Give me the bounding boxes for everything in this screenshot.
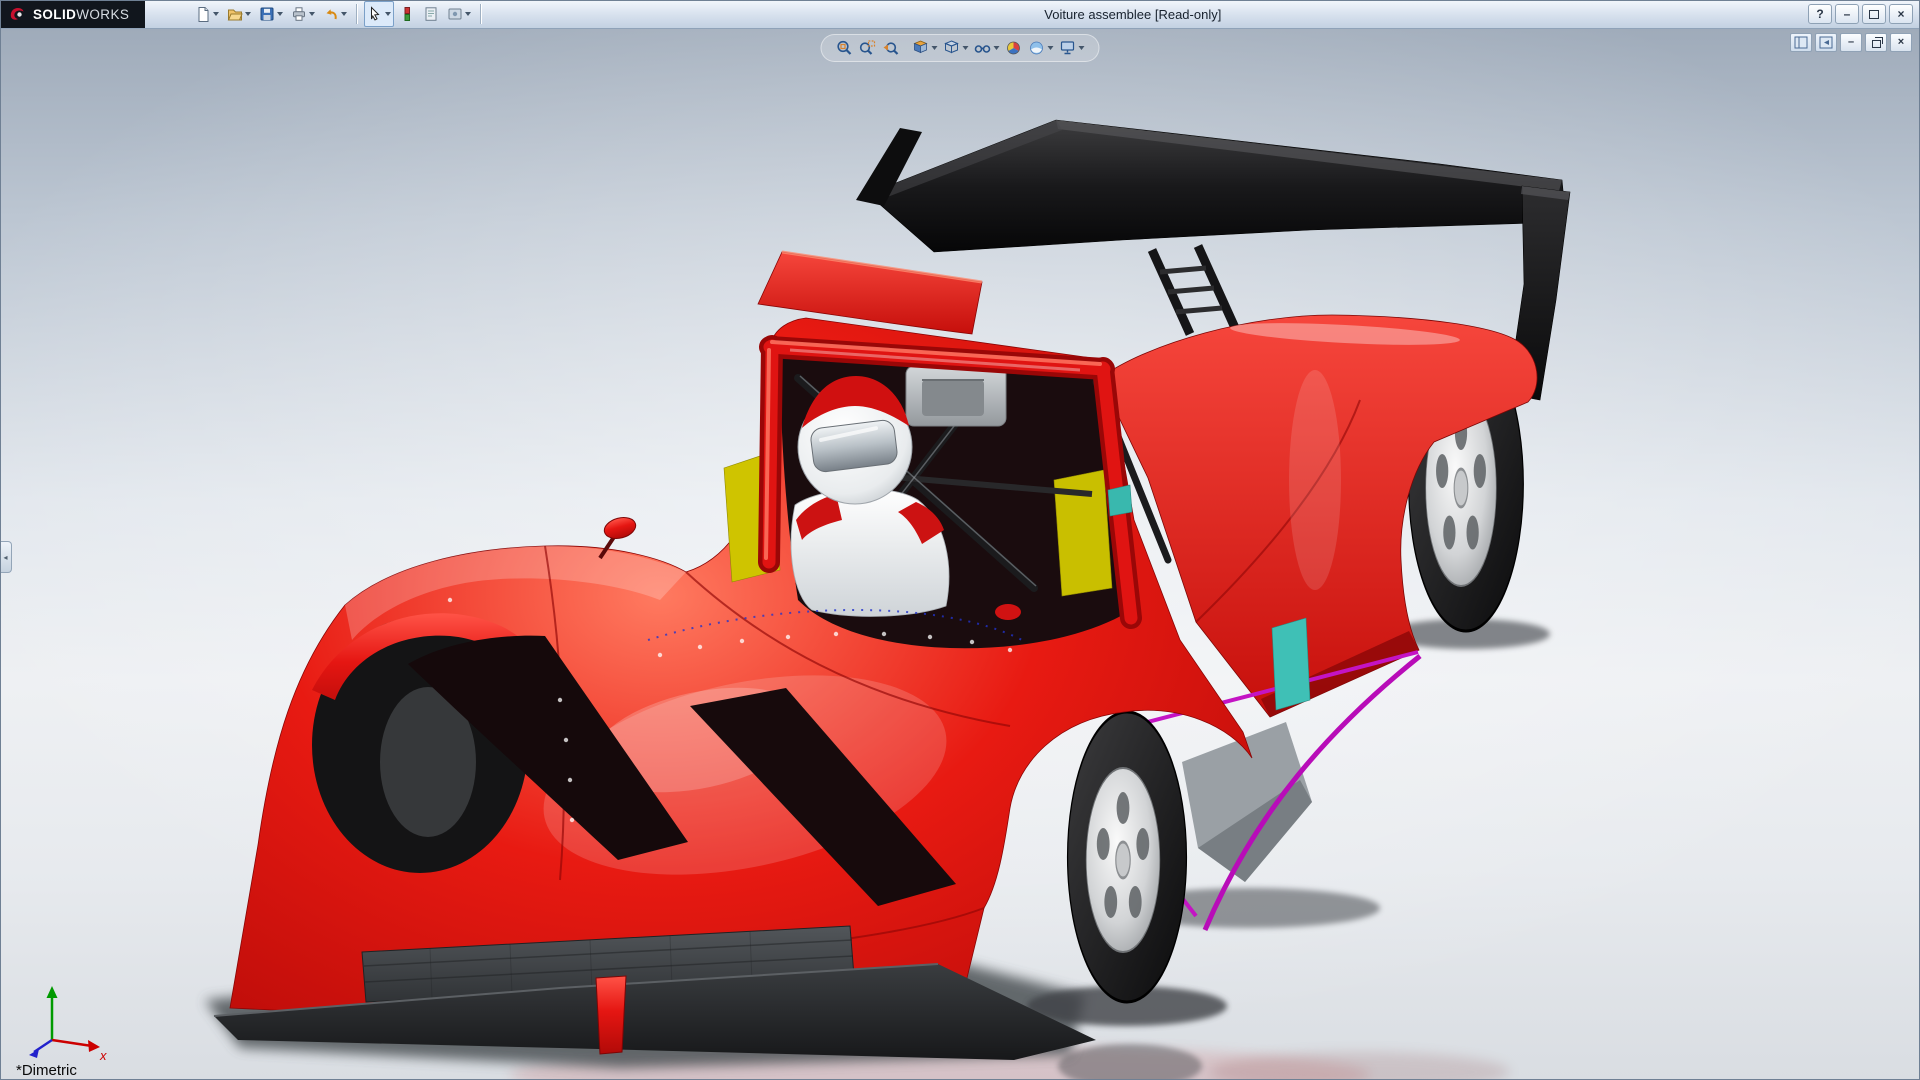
open-folder-icon (227, 6, 243, 22)
view-orientation-button[interactable] (910, 37, 940, 59)
restore-document-button[interactable] (1865, 33, 1887, 52)
dropdown-caret[interactable] (245, 12, 251, 16)
document-properties-icon (423, 6, 439, 22)
panel-collapse-tab[interactable]: ◂ (0, 541, 12, 573)
close-document-button[interactable]: × (1890, 33, 1912, 52)
document-window-controls: – × (1790, 33, 1912, 52)
dropdown-caret[interactable] (385, 12, 391, 16)
headsup-view-toolbar (821, 34, 1100, 62)
solidworks-logo: SOLIDWORKS (0, 0, 145, 28)
pane-toggle-icon (1794, 36, 1808, 49)
solidworks-swirl-icon (8, 5, 26, 23)
airbox (906, 366, 1006, 426)
brand-text: SOLIDWORKS (33, 7, 129, 22)
zoom-to-fit-icon (836, 39, 854, 57)
maximize-icon (1869, 10, 1879, 19)
toolbar-separator (480, 4, 482, 24)
main-toolbar (191, 1, 487, 27)
maximize-button[interactable] (1862, 4, 1886, 24)
dropdown-caret[interactable] (213, 12, 219, 16)
undo-arrow-icon (323, 6, 339, 22)
dropdown-caret[interactable] (994, 46, 1000, 50)
zoom-to-fit-button[interactable] (834, 37, 856, 59)
dropdown-caret[interactable] (465, 12, 471, 16)
dropdown-caret[interactable] (1079, 46, 1085, 50)
window-controls: ? – × (1808, 4, 1920, 24)
window-title: Voiture assemblee [Read-only] (1044, 0, 1221, 28)
dropdown-caret[interactable] (932, 46, 938, 50)
titlebar: SOLIDWORKS (0, 0, 1920, 29)
close-button[interactable]: × (1889, 4, 1913, 24)
previous-view-icon (882, 39, 900, 57)
print-button[interactable] (288, 1, 318, 27)
restore-icon (1872, 40, 1881, 48)
save-floppy-icon (259, 6, 275, 22)
previous-view-button[interactable] (880, 37, 902, 59)
undo-button[interactable] (320, 1, 350, 27)
minimize-button[interactable]: – (1835, 4, 1859, 24)
dropdown-caret[interactable] (963, 46, 969, 50)
appearance-swatch-icon (399, 6, 415, 22)
pane-arrow-icon (1819, 36, 1833, 49)
graphics-area[interactable]: x (0, 29, 1920, 1080)
featuremanager-pane-toggle-button[interactable] (1790, 33, 1812, 52)
select-cursor-icon (367, 6, 383, 22)
edit-appearance-sphere-icon (1005, 39, 1023, 57)
save-button[interactable] (256, 1, 286, 27)
options-button[interactable] (444, 1, 474, 27)
display-pane-toggle-button[interactable] (1815, 33, 1837, 52)
view-settings-button[interactable] (1057, 37, 1087, 59)
select-cursor-button[interactable] (364, 1, 394, 27)
toolbar-separator (356, 4, 358, 24)
display-style-button[interactable] (941, 37, 971, 59)
display-style-cube-icon (943, 39, 961, 57)
document-properties-button[interactable] (420, 1, 442, 27)
zoom-to-area-button[interactable] (857, 37, 879, 59)
dropdown-caret[interactable] (1048, 46, 1054, 50)
open-document-button[interactable] (224, 1, 254, 27)
graphics-viewport[interactable]: x (0, 29, 1920, 1080)
minimize-document-button[interactable]: – (1840, 33, 1862, 52)
zoom-to-area-icon (859, 39, 877, 57)
apply-scene-button[interactable] (1026, 37, 1056, 59)
mirror-right (995, 604, 1021, 620)
apply-scene-icon (1028, 39, 1046, 57)
hide-show-glasses-icon (974, 39, 992, 57)
tow-pylon (596, 976, 626, 1054)
new-document-button[interactable] (192, 1, 222, 27)
edit-appearance-button[interactable] (1003, 37, 1025, 59)
new-document-icon (195, 6, 211, 22)
view-settings-monitor-icon (1059, 39, 1077, 57)
dropdown-caret[interactable] (341, 12, 347, 16)
print-icon (291, 6, 307, 22)
hide-show-items-button[interactable] (972, 37, 1002, 59)
appearance-swatch-button[interactable] (396, 1, 418, 27)
triad-x-label: x (99, 1048, 107, 1063)
view-orientation-cube-icon (912, 39, 930, 57)
front-wheel[interactable] (1068, 712, 1187, 1002)
dropdown-caret[interactable] (277, 12, 283, 16)
dropdown-caret[interactable] (309, 12, 315, 16)
options-icon (447, 6, 463, 22)
view-orientation-label: *Dimetric (16, 1062, 77, 1079)
help-button[interactable]: ? (1808, 4, 1832, 24)
